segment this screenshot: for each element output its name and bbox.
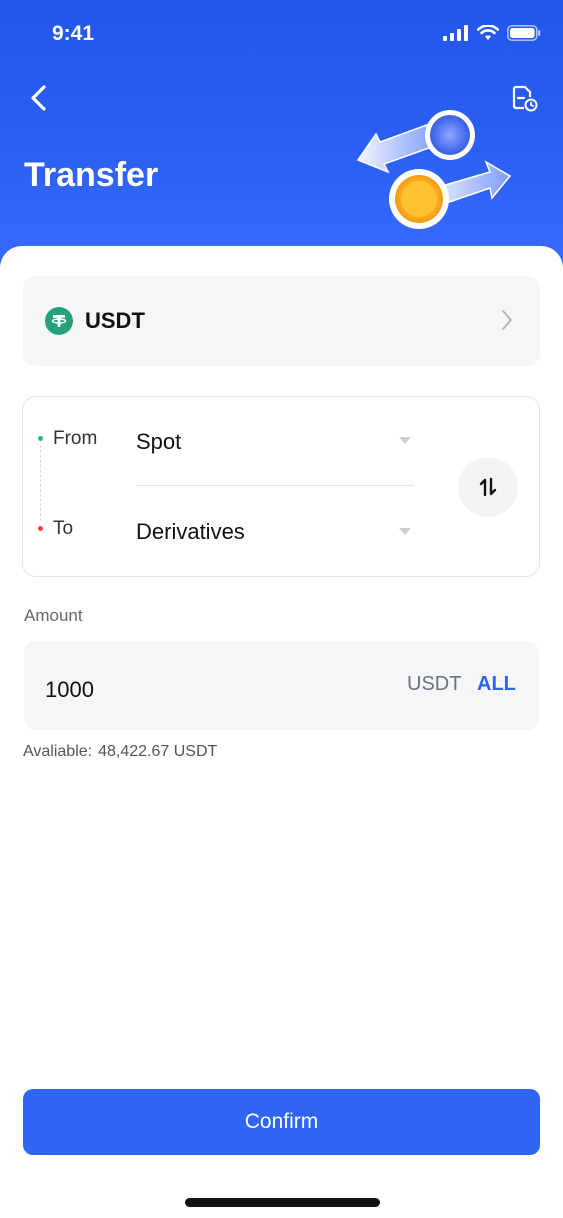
wifi-icon [477, 25, 499, 40]
coin-name: USDT [85, 308, 145, 333]
transfer-illustration [356, 110, 512, 229]
signal-icon [443, 25, 468, 41]
swap-button[interactable] [458, 457, 518, 517]
page-title: Transfer [24, 156, 159, 194]
chevron-right-icon [502, 310, 512, 330]
all-button[interactable]: ALL [477, 673, 516, 696]
transfer-accounts: From Spot To Derivatives [22, 396, 540, 577]
battery-icon [507, 25, 541, 41]
home-indicator [185, 1198, 380, 1207]
to-dropdown-icon[interactable] [399, 528, 411, 535]
to-dot [38, 526, 43, 531]
divider [136, 485, 414, 486]
available-value: 48,422.67 USDT [98, 743, 218, 760]
from-dot [38, 436, 43, 441]
coin-selector[interactable]: USDT [23, 276, 540, 366]
amount-field: USDT ALL [24, 641, 539, 730]
from-account-select[interactable]: Spot [136, 429, 181, 455]
tether-icon [45, 307, 73, 335]
from-dropdown-icon[interactable] [399, 437, 411, 444]
connector-line [40, 445, 41, 521]
status-time: 9:41 [52, 22, 95, 45]
swap-icon [479, 477, 497, 497]
confirm-button[interactable]: Confirm [23, 1089, 540, 1155]
status-icons [443, 25, 541, 41]
available-label: Avaliable: [23, 743, 93, 760]
amount-input[interactable] [45, 677, 345, 703]
back-icon[interactable] [22, 80, 58, 116]
from-label: From [53, 428, 98, 449]
amount-label: Amount [24, 606, 83, 625]
to-account-select[interactable]: Derivatives [136, 519, 245, 545]
to-label: To [53, 518, 74, 539]
available-balance: Avaliable: 48,422.67 USDT [23, 743, 217, 761]
amount-unit: USDT [407, 673, 462, 695]
content-sheet [0, 246, 563, 1218]
